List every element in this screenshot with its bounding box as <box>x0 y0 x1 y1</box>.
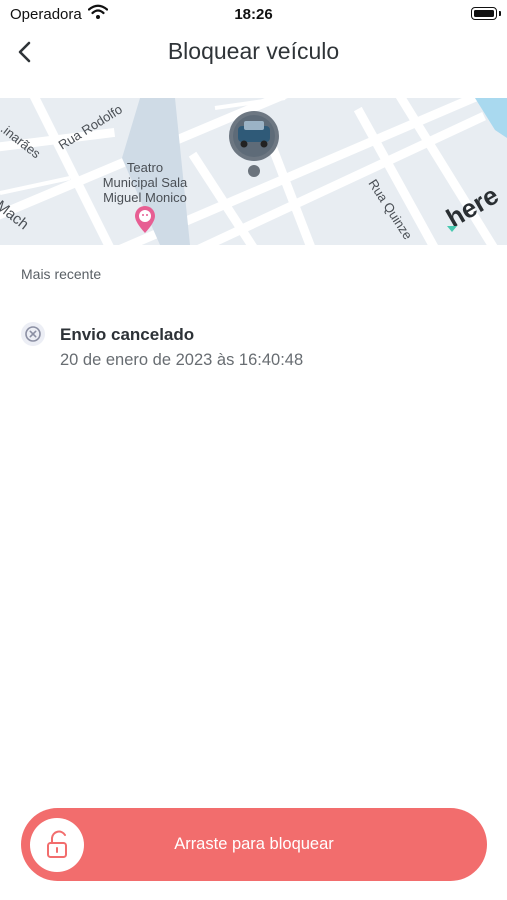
event-title: Envio cancelado <box>60 325 195 344</box>
navigation-bar: Bloquear veículo <box>0 30 507 74</box>
section-label-recent: Mais recente <box>21 266 102 282</box>
page-title: Bloquear veículo <box>167 38 340 64</box>
status-bar: Operadora 18:26 <box>0 0 507 30</box>
swipe-to-lock-slider[interactable]: Arraste para bloquear <box>21 808 487 881</box>
map-view[interactable]: Rua Rodolfo ...inarães Rua Mach Rua Quin… <box>0 98 507 245</box>
location-dot-icon <box>248 165 260 177</box>
event-timestamp: 20 de enero de 2023 às 16:40:48 <box>60 351 304 369</box>
poi-label-line2: Municipal Sala <box>103 175 188 190</box>
history-event: Envio cancelado 20 de enero de 2023 às 1… <box>21 322 487 374</box>
slider-label: Arraste para bloquear <box>174 835 334 853</box>
cancel-circle-icon <box>21 322 45 346</box>
battery-icon <box>471 7 501 20</box>
clock: 18:26 <box>234 6 273 23</box>
vehicle-marker-icon[interactable] <box>229 111 279 161</box>
poi-label-line3: Miguel Monico <box>103 190 187 205</box>
poi-label-line1: Teatro <box>127 160 163 175</box>
